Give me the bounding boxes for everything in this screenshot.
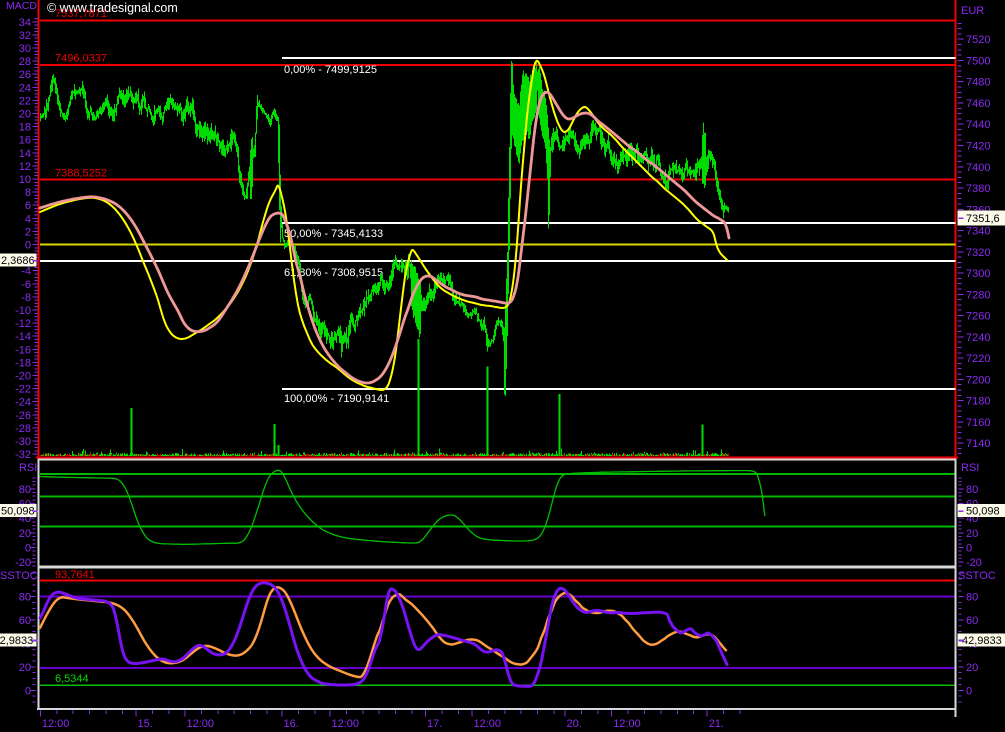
svg-text:20: 20: [966, 528, 978, 540]
svg-text:7380: 7380: [966, 183, 990, 195]
svg-text:0: 0: [966, 543, 972, 555]
svg-text:-4: -4: [21, 266, 31, 278]
svg-text:12:00: 12:00: [613, 718, 641, 730]
svg-text:21.: 21.: [709, 718, 724, 730]
svg-text:-20: -20: [966, 557, 982, 569]
svg-text:-20: -20: [15, 371, 31, 383]
svg-text:0: 0: [25, 240, 31, 252]
svg-text:-20: -20: [15, 557, 31, 569]
svg-text:-16: -16: [15, 344, 31, 356]
svg-text:MACD: MACD: [6, 0, 37, 12]
svg-text:100,00% - 7190,9141: 100,00% - 7190,9141: [284, 393, 389, 405]
svg-text:RSI: RSI: [19, 462, 37, 474]
svg-text:7351,6: 7351,6: [966, 213, 1000, 225]
svg-text:17.: 17.: [427, 718, 442, 730]
svg-text:16.: 16.: [284, 718, 299, 730]
svg-text:42,9833: 42,9833: [0, 635, 33, 647]
svg-text:60: 60: [966, 615, 978, 627]
svg-text:12:00: 12:00: [332, 718, 360, 730]
svg-text:7140: 7140: [966, 438, 990, 450]
svg-text:50,00% - 7345,4133: 50,00% - 7345,4133: [284, 228, 383, 240]
svg-text:30: 30: [19, 43, 31, 55]
svg-text:-22: -22: [15, 384, 31, 396]
svg-text:7240: 7240: [966, 332, 990, 344]
svg-text:6: 6: [25, 200, 31, 212]
svg-text:93,7641: 93,7641: [55, 569, 95, 581]
svg-text:20: 20: [19, 528, 31, 540]
svg-text:22: 22: [19, 95, 31, 107]
svg-text:50,098: 50,098: [1, 506, 35, 518]
svg-text:0: 0: [25, 543, 31, 555]
svg-text:2: 2: [25, 226, 31, 238]
svg-text:14: 14: [19, 148, 31, 160]
svg-text:12: 12: [19, 161, 31, 173]
svg-text:EUR: EUR: [961, 5, 984, 17]
svg-text:7220: 7220: [966, 353, 990, 365]
svg-text:28: 28: [19, 56, 31, 68]
svg-text:2,3686: 2,3686: [1, 255, 35, 267]
svg-text:80: 80: [966, 484, 978, 496]
svg-text:12:00: 12:00: [187, 718, 215, 730]
svg-text:7180: 7180: [966, 396, 990, 408]
svg-text:7496,0337: 7496,0337: [55, 53, 107, 65]
svg-text:50,098: 50,098: [966, 506, 1000, 518]
svg-text:0,00% - 7499,9125: 0,00% - 7499,9125: [284, 64, 377, 76]
svg-text:© www.tradesignal.com: © www.tradesignal.com: [47, 1, 178, 15]
svg-text:6,5344: 6,5344: [55, 673, 89, 685]
svg-text:12:00: 12:00: [474, 718, 502, 730]
svg-text:20: 20: [966, 662, 978, 674]
svg-text:80: 80: [966, 592, 978, 604]
svg-text:16: 16: [19, 135, 31, 147]
svg-text:18: 18: [19, 122, 31, 134]
svg-text:42,9833: 42,9833: [962, 635, 1002, 647]
svg-text:-8: -8: [21, 292, 31, 304]
svg-text:80: 80: [19, 484, 31, 496]
svg-text:7280: 7280: [966, 289, 990, 301]
svg-text:80: 80: [19, 592, 31, 604]
svg-text:20.: 20.: [567, 718, 582, 730]
svg-text:8: 8: [25, 187, 31, 199]
svg-text:24: 24: [19, 82, 31, 94]
svg-text:-6: -6: [21, 279, 31, 291]
svg-text:7480: 7480: [966, 77, 990, 89]
svg-text:7460: 7460: [966, 98, 990, 110]
svg-text:7300: 7300: [966, 268, 990, 280]
svg-text:7400: 7400: [966, 162, 990, 174]
svg-text:-28: -28: [15, 423, 31, 435]
svg-text:4: 4: [25, 213, 31, 225]
svg-text:-12: -12: [15, 318, 31, 330]
svg-text:-14: -14: [15, 331, 31, 343]
svg-text:15.: 15.: [138, 718, 153, 730]
svg-text:7200: 7200: [966, 374, 990, 386]
svg-text:12:00: 12:00: [42, 718, 70, 730]
svg-text:34: 34: [19, 17, 31, 29]
svg-text:60: 60: [19, 615, 31, 627]
svg-text:20: 20: [19, 109, 31, 121]
svg-text:32: 32: [19, 30, 31, 42]
svg-text:26: 26: [19, 69, 31, 81]
svg-text:7520: 7520: [966, 34, 990, 46]
svg-text:-32: -32: [15, 449, 31, 461]
svg-text:-30: -30: [15, 436, 31, 448]
svg-text:7440: 7440: [966, 119, 990, 131]
svg-text:7320: 7320: [966, 247, 990, 259]
svg-text:7160: 7160: [966, 417, 990, 429]
svg-text:-26: -26: [15, 410, 31, 422]
svg-text:10: 10: [19, 174, 31, 186]
svg-text:0: 0: [966, 685, 972, 697]
svg-text:SSTOC: SSTOC: [958, 570, 996, 582]
svg-text:7260: 7260: [966, 311, 990, 323]
svg-text:-10: -10: [15, 305, 31, 317]
svg-text:7340: 7340: [966, 226, 990, 238]
svg-text:7500: 7500: [966, 55, 990, 67]
svg-text:0: 0: [25, 685, 31, 697]
svg-text:-24: -24: [15, 397, 31, 409]
svg-text:-18: -18: [15, 357, 31, 369]
svg-text:7420: 7420: [966, 140, 990, 152]
svg-text:RSI: RSI: [961, 462, 979, 474]
svg-text:20: 20: [19, 662, 31, 674]
svg-text:7388,5252: 7388,5252: [55, 168, 107, 180]
svg-text:SSTOC: SSTOC: [0, 570, 38, 582]
